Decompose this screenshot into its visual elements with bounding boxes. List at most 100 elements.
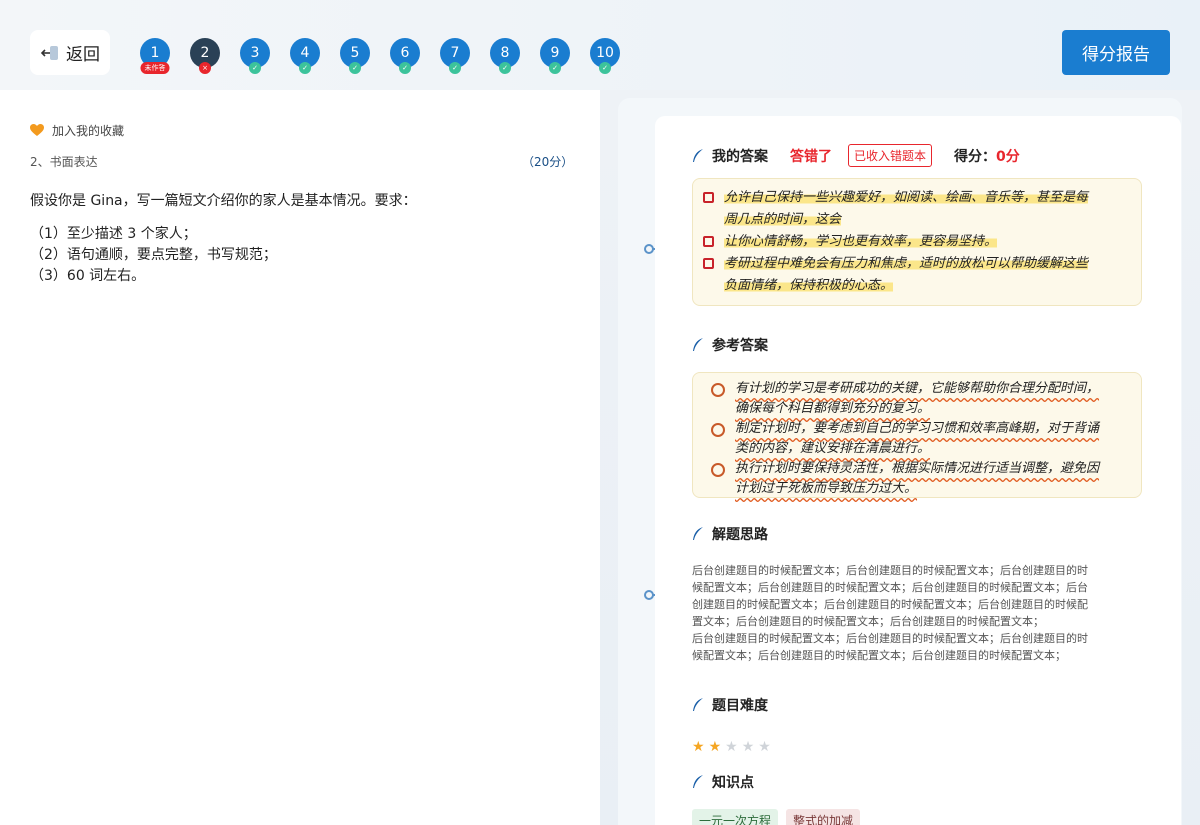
my-answer-line: 考研过程中难免会有压力和焦虑，适时的放松可以帮助缓解这些 负面情绪，保持积极的心态… [703, 253, 1131, 297]
my-answer-line: 允许自己保持一些兴趣爱好，如阅读、绘画、音乐等，甚至是每 周几点的时间，这会 [703, 187, 1131, 231]
star-empty-icon: ★ [725, 739, 738, 755]
analysis-line: 候配置文本；后台创建题目的时候配置文本；后台创建题目的时候配置文本；后台 [692, 581, 1088, 594]
question-nav-item[interactable]: 8 ✓ [490, 38, 520, 74]
unanswered-badge: 未作答 [140, 62, 170, 74]
star-empty-icon: ★ [741, 739, 755, 755]
answered-check-badge: ✓ [499, 62, 511, 74]
question-nav-item[interactable]: 9 ✓ [540, 38, 570, 74]
requirement-item: （3）60 词左右。 [30, 268, 146, 284]
circle-bullet-icon [711, 383, 725, 397]
knowledge-title: 知识点 [712, 775, 754, 791]
analysis-title: 解题思路 [712, 527, 768, 543]
analysis-header: 解题思路 [692, 524, 768, 544]
difficulty-header: 题目难度 [692, 695, 768, 715]
checkbox-square-icon [703, 192, 714, 203]
answered-check-badge: ✓ [349, 62, 361, 74]
my-answer-header: 我的答案 答错了 已收入错题本 得分： 0分 [692, 144, 1020, 167]
reference-answer-line: 执行计划时要保持灵活性，根据实际情况进行适当调整，避免因 计划过于死板而导致压力过… [711, 459, 1123, 499]
checkbox-square-icon [703, 236, 714, 247]
circle-bullet-icon [711, 423, 725, 437]
difficulty-title: 题目难度 [712, 698, 768, 714]
star-filled-icon: ★ [692, 739, 705, 755]
question-nav-item[interactable]: 3 ✓ [240, 38, 270, 74]
question-nav-item[interactable]: 1 未作答 [140, 38, 170, 74]
quill-icon [693, 338, 703, 351]
question-nav-item[interactable]: 2 × [190, 38, 220, 74]
requirement-item: （2）语句通顺，要点完整，书写规范； [30, 247, 277, 263]
wrong-badge: × [199, 62, 211, 74]
answered-check-badge: ✓ [449, 62, 461, 74]
knowledge-tag[interactable]: 整式的加减 [786, 809, 861, 825]
question-navigator: 1 未作答 2 × 3 ✓ 4 ✓ 5 ✓ 6 ✓ 7 ✓ 8 ✓ 9 ✓ 10 ✓ [140, 38, 620, 74]
question-score: （20分） [522, 155, 574, 169]
answer-line-text: 执行计划时要保持灵活性，根据实际情况进行适当调整，避免因 [735, 461, 1100, 476]
answer-line-text: 让你心情舒畅，学习也更有效率，更容易坚持。 [724, 234, 998, 249]
my-answer-text: 考研过程中难免会有压力和焦虑，适时的放松可以帮助缓解这些 负面情绪，保持积极的心态… [724, 253, 1089, 297]
answer-line-text: 允许自己保持一些兴趣爱好，如阅读、绘画、音乐等，甚至是每 [724, 190, 1089, 205]
answer-line-text: 考研过程中难免会有压力和焦虑，适时的放松可以帮助缓解这些 [724, 256, 1089, 271]
score-report-button[interactable]: 得分报告 [1062, 30, 1170, 75]
back-label: 返回 [66, 45, 100, 65]
answer-line-text: 计划过于死板而导致压力过大。 [735, 481, 918, 496]
answer-line-text: 类的内容，建议安排在清晨进行。 [735, 441, 931, 456]
checkbox-square-icon [703, 258, 714, 269]
add-favorite-button[interactable]: 加入我的收藏 [30, 122, 124, 139]
question-nav-item[interactable]: 10 ✓ [590, 38, 620, 74]
in-error-book-badge: 已收入错题本 [848, 144, 933, 167]
reference-answer-text: 制定计划时，要考虑到自己的学习习惯和效率高峰期，对于背诵 类的内容，建议安排在清晨… [735, 419, 1099, 459]
heart-icon [30, 124, 44, 136]
my-answer-text: 允许自己保持一些兴趣爱好，如阅读、绘画、音乐等，甚至是每 周几点的时间，这会 [724, 187, 1089, 231]
difficulty-rating: ★ ★ ★ ★ ★ [692, 740, 771, 754]
answer-line-text: 有计划的学习是考研成功的关键，它能够帮助你合理分配时间， [735, 381, 1100, 396]
score-label: 得分： [954, 148, 997, 165]
quill-icon [693, 698, 703, 711]
question-type: 2、书面表达 [30, 155, 98, 169]
analysis-line: 置文本；后台创建题目的时候配置文本；后台创建题目的时候配置文本； [692, 615, 1044, 628]
reference-answer-header: 参考答案 [692, 335, 768, 355]
question-nav-item[interactable]: 5 ✓ [340, 38, 370, 74]
answer-panel-frame: 我的答案 答错了 已收入错题本 得分： 0分 允许自己保持一些兴趣爱好，如阅读、… [618, 98, 1182, 825]
my-answer-line: 让你心情舒畅，学习也更有效率，更容易坚持。 [703, 231, 1131, 253]
score-value: 0分 [996, 148, 1020, 165]
reference-answer-title: 参考答案 [712, 338, 768, 354]
question-nav-item[interactable]: 7 ✓ [440, 38, 470, 74]
answered-check-badge: ✓ [249, 62, 261, 74]
answer-line-text: 确保每个科目都得到充分的复习。 [735, 401, 931, 416]
analysis-line: 后台创建题目的时候配置文本；后台创建题目的时候配置文本；后台创建题目的时 [692, 632, 1088, 645]
reference-answer-text: 有计划的学习是考研成功的关键，它能够帮助你合理分配时间， 确保每个科目都得到充分的… [735, 379, 1099, 419]
question-prompt: 假设你是 Gina，写一篇短文介绍你的家人是基本情况。要求： [30, 193, 417, 209]
reference-answer-line: 有计划的学习是考研成功的关键，它能够帮助你合理分配时间， 确保每个科目都得到充分的… [711, 379, 1123, 419]
quill-icon [693, 148, 703, 162]
analysis-line: 后台创建题目的时候配置文本；后台创建题目的时候配置文本；后台创建题目的时 [692, 564, 1088, 577]
my-answer-image: 允许自己保持一些兴趣爱好，如阅读、绘画、音乐等，甚至是每 周几点的时间，这会让你心… [692, 178, 1142, 306]
question-body: 假设你是 Gina，写一篇短文介绍你的家人是基本情况。要求： （1）至少描述 3… [30, 190, 570, 287]
analysis-line: 创建题目的时候配置文本；后台创建题目的时候配置文本；后台创建题目的时候配 [692, 598, 1088, 611]
answer-line-text: 周几点的时间，这会 [724, 212, 842, 227]
favorite-label: 加入我的收藏 [52, 124, 125, 138]
question-panel: 加入我的收藏 2、书面表达 （20分） 假设你是 Gina，写一篇短文介绍你的家… [0, 90, 600, 825]
wrong-label: 答错了 [790, 148, 832, 165]
reference-answer-image: 有计划的学习是考研成功的关键，它能够帮助你合理分配时间， 确保每个科目都得到充分的… [692, 372, 1142, 498]
requirements-list: （1）至少描述 3 个家人； （2）语句通顺，要点完整，书写规范； （3）60 词左… [30, 224, 570, 287]
answer-card: 我的答案 答错了 已收入错题本 得分： 0分 允许自己保持一些兴趣爱好，如阅读、… [655, 116, 1181, 825]
question-nav-item[interactable]: 6 ✓ [390, 38, 420, 74]
reference-answer-text: 执行计划时要保持灵活性，根据实际情况进行适当调整，避免因 计划过于死板而导致压力过… [735, 459, 1099, 499]
answered-check-badge: ✓ [399, 62, 411, 74]
reference-answer-line: 制定计划时，要考虑到自己的学习习惯和效率高峰期，对于背诵 类的内容，建议安排在清晨… [711, 419, 1123, 459]
circle-bullet-icon [711, 463, 725, 477]
answered-check-badge: ✓ [549, 62, 561, 74]
quill-icon [693, 527, 703, 540]
answered-check-badge: ✓ [599, 62, 611, 74]
requirement-item: （1）至少描述 3 个家人； [30, 226, 197, 242]
back-button[interactable]: 返回 [30, 30, 110, 75]
knowledge-header: 知识点 [692, 772, 754, 792]
knowledge-tags: 一元一次方程 整式的加减 [692, 809, 861, 825]
answered-check-badge: ✓ [299, 62, 311, 74]
analysis-line: 候配置文本；后台创建题目的时候配置文本；后台创建题目的时候配置文本； [692, 649, 1066, 662]
quill-icon [693, 775, 703, 788]
analysis-text: 后台创建题目的时候配置文本；后台创建题目的时候配置文本；后台创建题目的时 候配置文… [692, 562, 1140, 664]
my-answer-text: 让你心情舒畅，学习也更有效率，更容易坚持。 [724, 231, 998, 253]
question-nav-item[interactable]: 4 ✓ [290, 38, 320, 74]
my-answer-title: 我的答案 [712, 148, 768, 165]
knowledge-tag[interactable]: 一元一次方程 [692, 809, 779, 825]
